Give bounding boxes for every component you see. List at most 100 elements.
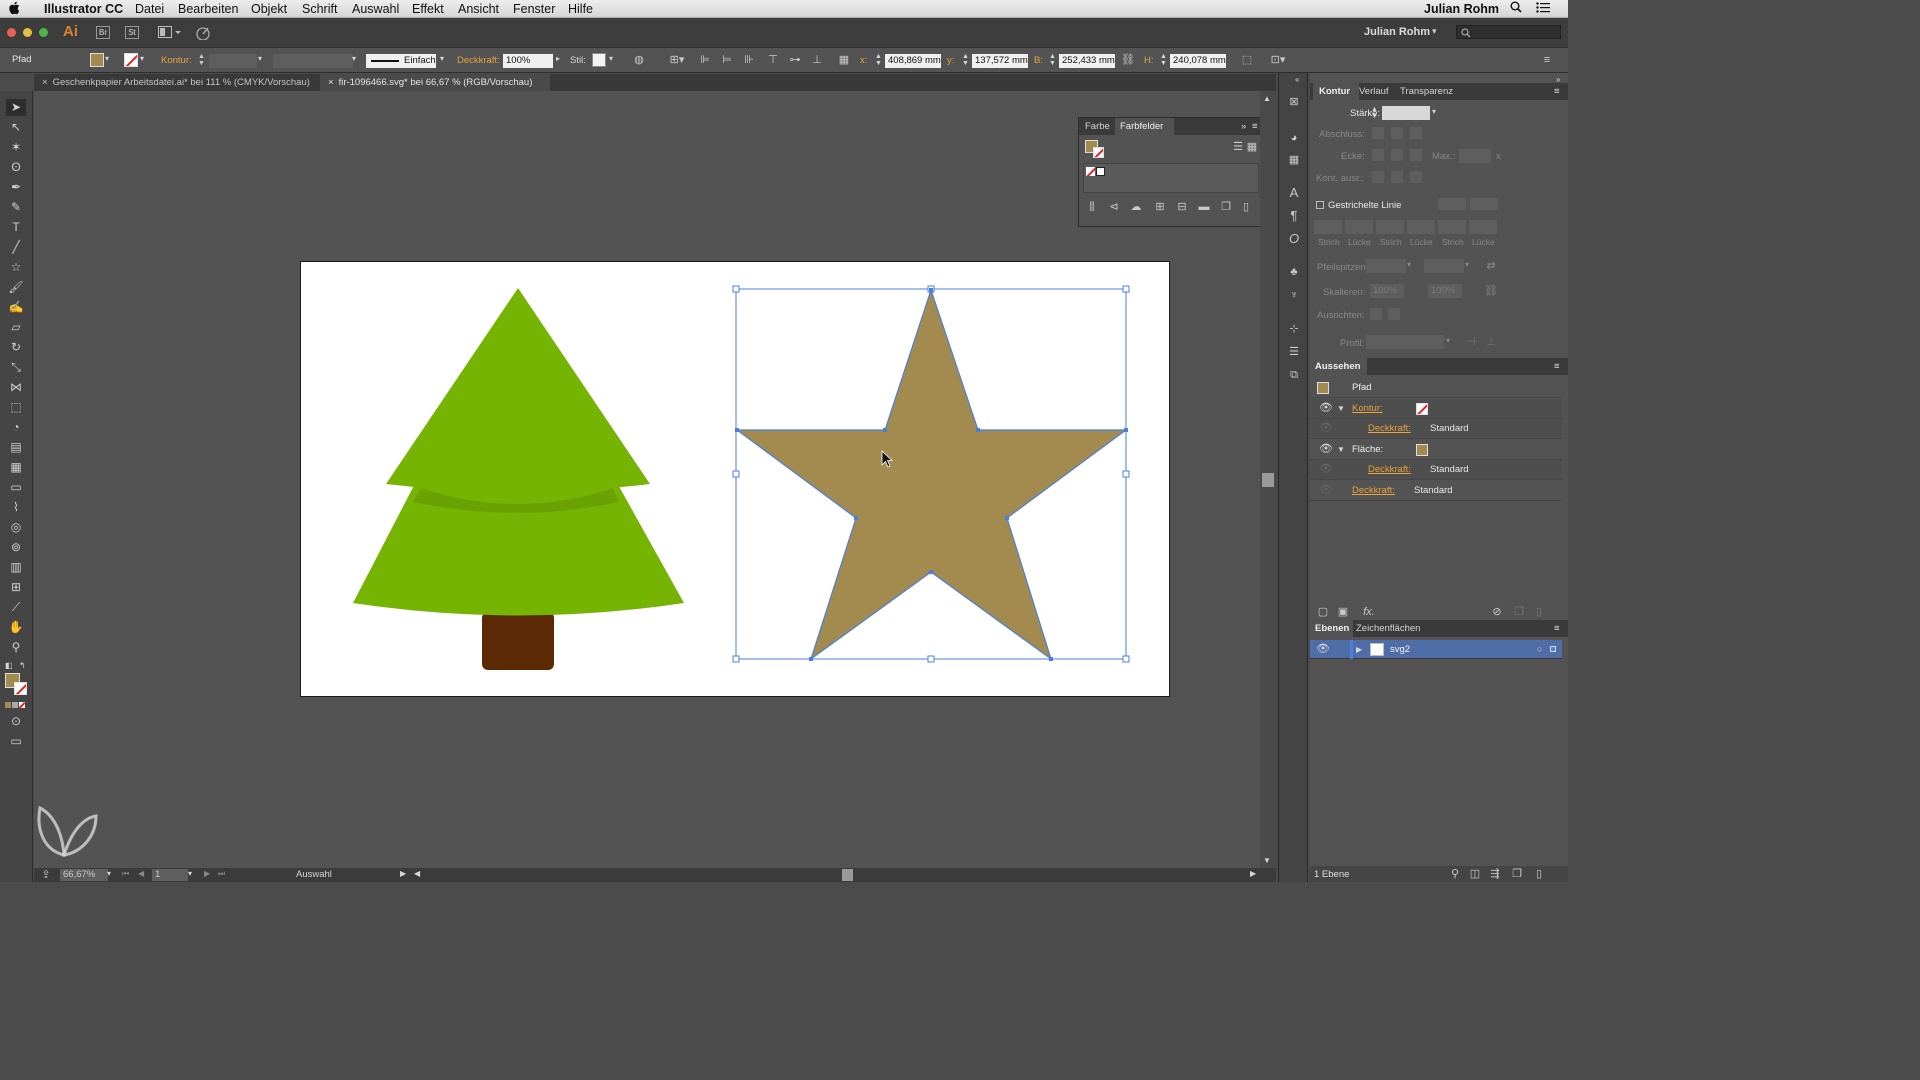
handle-top-right[interactable] [1122, 285, 1130, 293]
delete-item-icon[interactable]: ▯ [1532, 605, 1546, 619]
add-effect-button[interactable]: fx. [1358, 605, 1380, 619]
doc-tab-geschenkpapier[interactable]: × Geschenkpapier Arbeitsdatei.ai* bei 111… [34, 74, 328, 91]
make-clipping-mask-icon[interactable]: ◫ [1468, 867, 1482, 881]
scroll-right-icon[interactable]: ▶ [1250, 869, 1256, 878]
reference-point-icon[interactable]: ▦ [836, 53, 852, 67]
stroke-panel-menu-icon[interactable]: ≡ [1554, 83, 1560, 100]
layer-target-icon[interactable]: ○ [1537, 640, 1542, 659]
visibility-eye-icon[interactable]: 👁 [1319, 399, 1333, 418]
profile-dropdown-icon[interactable]: ▾ [1446, 336, 1450, 345]
star-tool-icon[interactable]: ☆ [6, 259, 26, 276]
dash-input-1[interactable] [1314, 220, 1342, 234]
visibility-eye-icon[interactable]: 👁 [1319, 481, 1333, 500]
tab-aussehen[interactable]: Aussehen [1310, 358, 1367, 375]
recolor-artwork-icon[interactable]: ◍ [632, 53, 646, 67]
y-stepper-icon[interactable]: ▲ ▼ [962, 53, 969, 67]
drawing-mode-icon[interactable]: ⊙ [6, 713, 26, 730]
magic-wand-tool-icon[interactable]: ✶ [6, 139, 26, 156]
paragraph-icon[interactable]: ¶ [1285, 209, 1303, 223]
miter-limit-input[interactable] [1459, 149, 1491, 163]
visibility-eye-icon[interactable]: 👁 [1319, 419, 1333, 438]
staerke-dropdown-icon[interactable]: ▾ [1432, 107, 1436, 116]
handle-middle-right[interactable] [1122, 470, 1130, 478]
visibility-eye-icon[interactable]: 👁 [1319, 460, 1333, 479]
dash-input-3[interactable] [1438, 220, 1466, 234]
window-minimize-button[interactable] [23, 28, 32, 37]
curvature-tool-icon[interactable]: ✎ [6, 199, 26, 216]
layer-name[interactable]: svg2 [1390, 640, 1410, 659]
appearance-object-opacity-row[interactable]: 👁 Deckkraft: Standard [1310, 481, 1562, 501]
kontur-label[interactable]: Kontur: [161, 55, 192, 66]
tab-farbfelder[interactable]: Farbfelder [1115, 118, 1174, 135]
stroke-none-swatch[interactable] [124, 53, 138, 67]
selection-tool-icon[interactable]: ➤ [6, 99, 26, 116]
doc-tab-fir-svg[interactable]: × fir-1096466.svg* bei 66,67 % (RGB/Vorsc… [320, 74, 550, 91]
list-view-icon[interactable]: ☰ [1231, 140, 1245, 154]
stroke-weight-stepper-icon[interactable]: ▲ ▼ [198, 53, 205, 67]
close-tab-icon[interactable]: × [42, 77, 48, 88]
gap-input-1[interactable] [1345, 220, 1373, 234]
column-graph-tool-icon[interactable]: ▥ [6, 559, 26, 576]
last-artboard-icon[interactable]: ⏭ [218, 869, 225, 879]
anchor-point[interactable] [976, 428, 980, 432]
stroke-swatch[interactable] [14, 682, 27, 695]
object-opacity-label[interactable]: Deckkraft: [1352, 481, 1395, 500]
gradient-tool-icon[interactable]: ▭ [6, 479, 26, 496]
menubar-user[interactable]: Julian Rohm [1424, 2, 1499, 16]
zoom-dropdown-icon[interactable]: ▾ [107, 869, 111, 878]
anchor-point[interactable] [1124, 428, 1128, 432]
gpu-performance-icon[interactable] [194, 25, 212, 43]
gradient-mode-icon[interactable] [12, 702, 18, 708]
bridge-button[interactable]: Br [96, 26, 110, 39]
scale-tool-icon[interactable]: ⤡ [6, 359, 26, 376]
share-icon[interactable]: ⇪ [40, 868, 52, 882]
scroll-up-icon[interactable]: ▲ [1263, 94, 1271, 103]
color-guide-icon[interactable]: ◕ [1285, 131, 1303, 145]
gestrichelt-checkbox[interactable] [1316, 201, 1324, 209]
stroke-dropdown-icon[interactable]: ▾ [140, 54, 144, 63]
direct-selection-tool-icon[interactable]: ↖ [6, 119, 26, 136]
anchor-point[interactable] [883, 428, 887, 432]
swatch-none[interactable] [1086, 167, 1095, 176]
symbol-sprayer-tool-icon[interactable]: ⊚ [6, 539, 26, 556]
corner-miter-icon[interactable] [1372, 149, 1384, 161]
create-new-layer-icon[interactable]: ❐ [1510, 867, 1524, 881]
notification-list-icon[interactable] [1536, 2, 1550, 16]
appearance-fill-opacity-row[interactable]: 👁 Deckkraft: Standard [1310, 460, 1562, 480]
transform-panel-icon[interactable]: ⊹ [1285, 322, 1303, 336]
swatches-icon[interactable]: ▦ [1285, 153, 1303, 167]
shape-builder-tool-icon[interactable]: ◔ [6, 419, 26, 436]
slice-tool-icon[interactable]: ⟋ [6, 599, 26, 616]
x-label[interactable]: x: [860, 55, 867, 66]
appearance-fill-swatch[interactable] [1416, 444, 1428, 456]
align-top-icon[interactable]: ⊤ [766, 53, 780, 67]
tab-kontur[interactable]: Kontur [1313, 83, 1359, 100]
arrange-documents-icon[interactable] [158, 26, 182, 42]
isolate-selection-icon[interactable]: ⊡▾ [1265, 53, 1291, 67]
layer-selected-indicator[interactable] [1550, 646, 1556, 652]
rotate-tool-icon[interactable]: ↻ [6, 339, 26, 356]
screen-mode-icon[interactable]: ▭ [6, 733, 26, 750]
menu-hilfe[interactable]: Hilfe [568, 2, 593, 16]
expand-triangle-icon[interactable]: ▼ [1337, 399, 1345, 418]
height-input[interactable]: 240,078 mm [1170, 54, 1226, 68]
opacity-slider-icon[interactable]: ▸ [556, 54, 560, 63]
menu-effekt[interactable]: Effekt [412, 2, 444, 16]
width-tool-icon[interactable]: ⋈ [6, 379, 26, 396]
tree-upper-tier[interactable] [386, 288, 650, 492]
arrowhead-end-dropdown-icon[interactable]: ▾ [1465, 260, 1469, 269]
x-stepper-icon[interactable]: ▲ ▼ [875, 53, 882, 67]
appearance-stroke-swatch[interactable] [1416, 403, 1428, 415]
x-position-input[interactable]: 408,869 mm [885, 54, 941, 68]
dash-align-icon[interactable] [1470, 198, 1498, 210]
staerke-input[interactable] [1382, 106, 1430, 120]
artboard-dropdown-icon[interactable]: ▾ [188, 869, 192, 878]
link-arrow-scale-icon[interactable]: ⛓ [1484, 284, 1498, 298]
menu-objekt[interactable]: Objekt [251, 2, 287, 16]
new-color-group-folder-icon[interactable]: ▬ [1197, 200, 1211, 214]
constrain-proportions-link-icon[interactable]: ⛓ [1121, 53, 1135, 67]
handle-top-left[interactable] [732, 285, 740, 293]
menu-datei[interactable]: Datei [135, 2, 164, 16]
graphic-style-swatch[interactable] [592, 53, 606, 67]
b-label[interactable]: B: [1034, 55, 1043, 66]
